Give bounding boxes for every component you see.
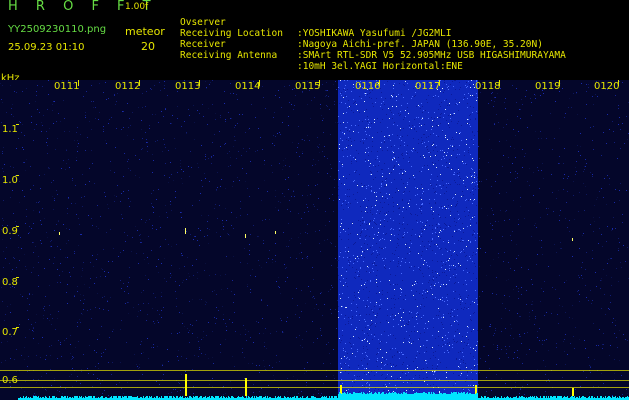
station-info: Ovserver :YOSHIKAWA Yasufumi /JG2MLI Rec… — [180, 6, 566, 72]
freq-tick-label: 0.7 — [2, 327, 18, 338]
meteor-count: 20 — [141, 40, 155, 53]
version-label: 1.00f — [125, 2, 149, 12]
time-tick-label: 0118 — [475, 81, 501, 92]
time-tick-label: 0119 — [535, 81, 561, 92]
burst-band — [338, 80, 478, 400]
spectrogram-background — [0, 80, 629, 400]
freq-tick-label: 1.0 — [2, 175, 18, 186]
time-tick-label: 0116 — [355, 81, 381, 92]
info-row-location: Receiving Location :Nagoya Aichi-pref. J… — [180, 17, 543, 50]
datetime-label: 25.09.23 01:10 — [8, 42, 85, 53]
time-tick-label: 0114 — [235, 81, 261, 92]
freq-tick-label: 1.1 — [2, 124, 18, 135]
info-value: :YOSHIKAWA Yasufumi /JG2MLI — [297, 28, 452, 39]
time-tick-label: 0112 — [115, 81, 141, 92]
spectrogram-plot — [0, 80, 629, 400]
info-row-observer: Ovserver :YOSHIKAWA Yasufumi /JG2MLI — [180, 6, 451, 39]
time-tick-label: 0111 — [54, 81, 80, 92]
info-value: :SMArt RTL-SDR V5 52.905MHz USB HIGASHIM… — [297, 50, 566, 61]
time-tick-label: 0117 — [415, 81, 441, 92]
info-row-antenna: Receiving Antenna :10mH 3el.YAGI Horizon… — [180, 39, 463, 72]
filename-label: YY2509230110.png — [8, 24, 107, 35]
time-tick-label: 0115 — [295, 81, 321, 92]
info-value: :10mH 3el.YAGI Horizontal:ENE — [297, 61, 463, 72]
meteor-label: meteor — [125, 25, 165, 38]
info-value: :Nagoya Aichi-pref. JAPAN (136.90E, 35.2… — [297, 39, 543, 50]
freq-tick-label: 0.9 — [2, 226, 18, 237]
time-tick-label: 0120 — [594, 81, 620, 92]
freq-tick-label: 0.6 — [2, 375, 18, 386]
info-key: Receiving Antenna — [180, 50, 278, 61]
time-tick-label: 0113 — [175, 81, 201, 92]
hroft-window: H R O F F T 1.00f YY2509230110.png meteo… — [0, 0, 629, 400]
info-row-receiver: Receiver :SMArt RTL-SDR V5 52.905MHz USB… — [180, 28, 566, 61]
freq-tick-label: 0.8 — [2, 277, 18, 288]
